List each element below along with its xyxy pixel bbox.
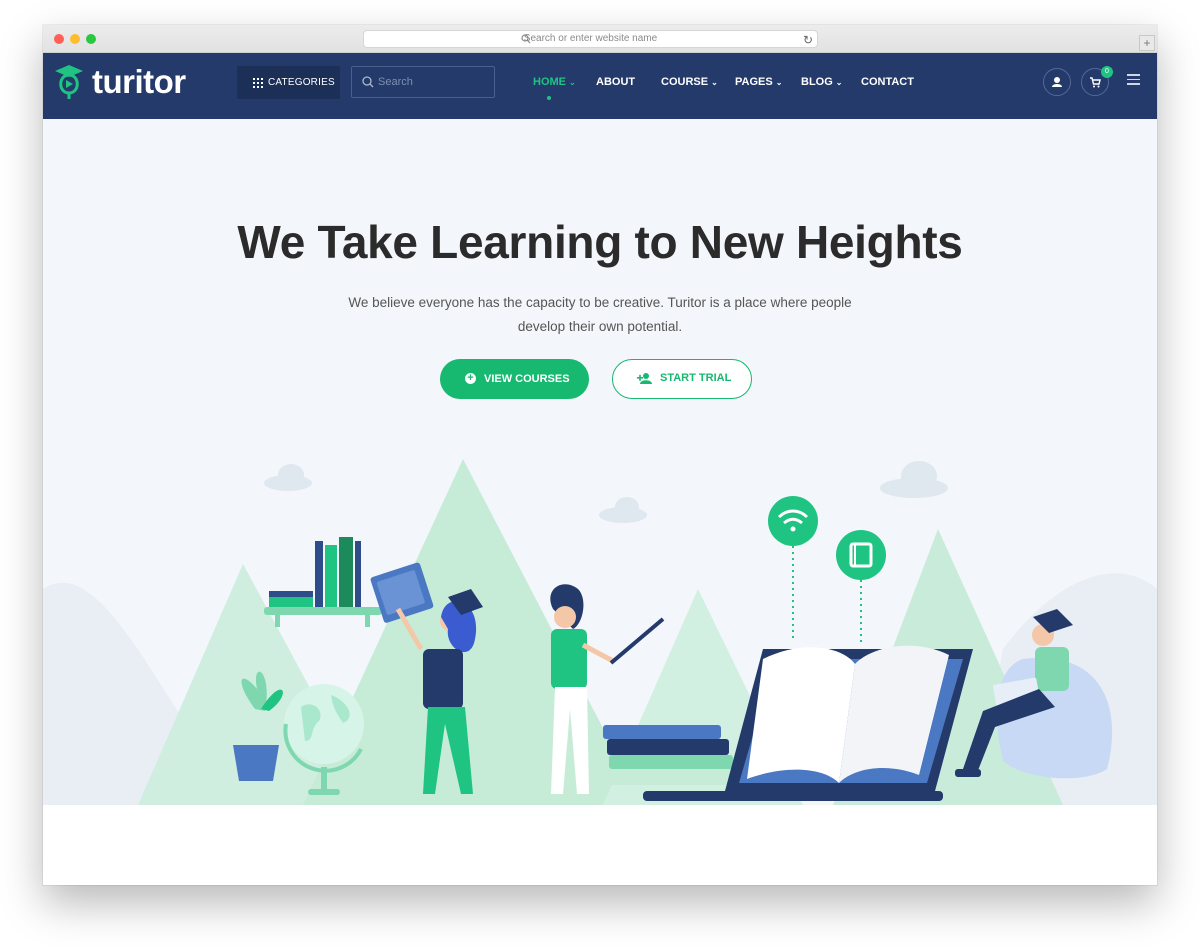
chevron-down-icon: ⌄ <box>711 78 718 87</box>
hero-subtitle: We believe everyone has the capacity to … <box>330 291 870 339</box>
cart-count-badge: 0 <box>1101 66 1113 78</box>
categories-button[interactable]: CATEGORIES <box>237 66 340 99</box>
cloud <box>880 461 948 498</box>
nav-item-label: PAGES <box>735 76 773 88</box>
new-tab-button[interactable]: + <box>1139 35 1155 51</box>
nav-item-label: COURSE <box>661 76 709 88</box>
menu-icon[interactable] <box>1127 74 1140 85</box>
active-indicator <box>547 96 551 100</box>
address-bar[interactable]: Search or enter website name ↻ <box>363 30 818 48</box>
nav-item-label: ABOUT <box>596 76 636 88</box>
bookshelf <box>264 537 382 627</box>
search-box <box>351 66 495 98</box>
hero-title: We Take Learning to New Heights <box>237 216 963 268</box>
minimize-window-button[interactable] <box>70 34 80 44</box>
add-user-icon <box>637 373 652 384</box>
book-stack <box>603 725 735 785</box>
plus-circle-icon: + <box>465 373 476 384</box>
nav-item-home[interactable]: HOME ⌄ <box>533 53 576 111</box>
reload-icon[interactable]: ↻ <box>803 32 813 48</box>
browser-window: Search or enter website name ↻ + turitor… <box>43 25 1157 885</box>
start-trial-button[interactable]: START TRIAL <box>612 359 752 399</box>
book-icon <box>836 530 886 645</box>
site-logo[interactable]: turitor <box>52 63 192 101</box>
hero-subtitle-line: We believe everyone has the capacity to … <box>348 295 852 310</box>
search-icon <box>521 34 531 44</box>
nav-item-about[interactable]: ABOUT <box>596 53 635 111</box>
start-trial-label: START TRIAL <box>660 372 732 384</box>
site-navbar: turitor CATEGORIES HOME⌄ ABOUT COURSE⌄ P… <box>43 53 1157 119</box>
nav-item-pages[interactable]: PAGES ⌄ <box>735 53 782 111</box>
hero-illustration <box>43 459 1157 805</box>
nav-item-blog[interactable]: BLOG ⌄ <box>801 53 842 111</box>
chevron-down-icon: ⌄ <box>775 78 783 87</box>
view-courses-button[interactable]: + VIEW COURSES <box>440 359 589 399</box>
nav-item-label: CONTACT <box>861 76 914 88</box>
nav-item-label: BLOG <box>801 76 833 88</box>
close-window-button[interactable] <box>54 34 64 44</box>
chevron-down-icon: ⌄ <box>835 78 843 87</box>
search-input[interactable] <box>378 67 488 97</box>
nav-item-label: HOME <box>533 76 566 88</box>
wifi-icon <box>768 496 818 639</box>
cloud <box>264 464 312 491</box>
user-icon <box>1052 77 1062 87</box>
categories-label: CATEGORIES <box>268 77 335 88</box>
address-placeholder: Search or enter website name <box>523 33 658 44</box>
hero-section: We Take Learning to New Heights We belie… <box>43 119 1157 805</box>
grid-icon <box>253 78 263 88</box>
zoom-window-button[interactable] <box>86 34 96 44</box>
view-courses-label: VIEW COURSES <box>484 373 570 385</box>
content-area <box>43 805 1157 885</box>
cloud <box>599 497 647 523</box>
user-account-button[interactable] <box>1043 68 1071 96</box>
nav-item-contact[interactable]: CONTACT <box>861 53 914 111</box>
chevron-down-icon: ⌄ <box>569 78 576 87</box>
hero-subtitle-line: develop their own potential. <box>517 319 683 334</box>
search-icon <box>362 76 374 88</box>
logo-mortarboard-icon <box>55 65 83 99</box>
browser-toolbar: Search or enter website name ↻ + <box>43 25 1157 53</box>
logo-text: turitor <box>92 63 186 100</box>
nav-item-course[interactable]: COURSE ⌄ <box>661 53 718 111</box>
